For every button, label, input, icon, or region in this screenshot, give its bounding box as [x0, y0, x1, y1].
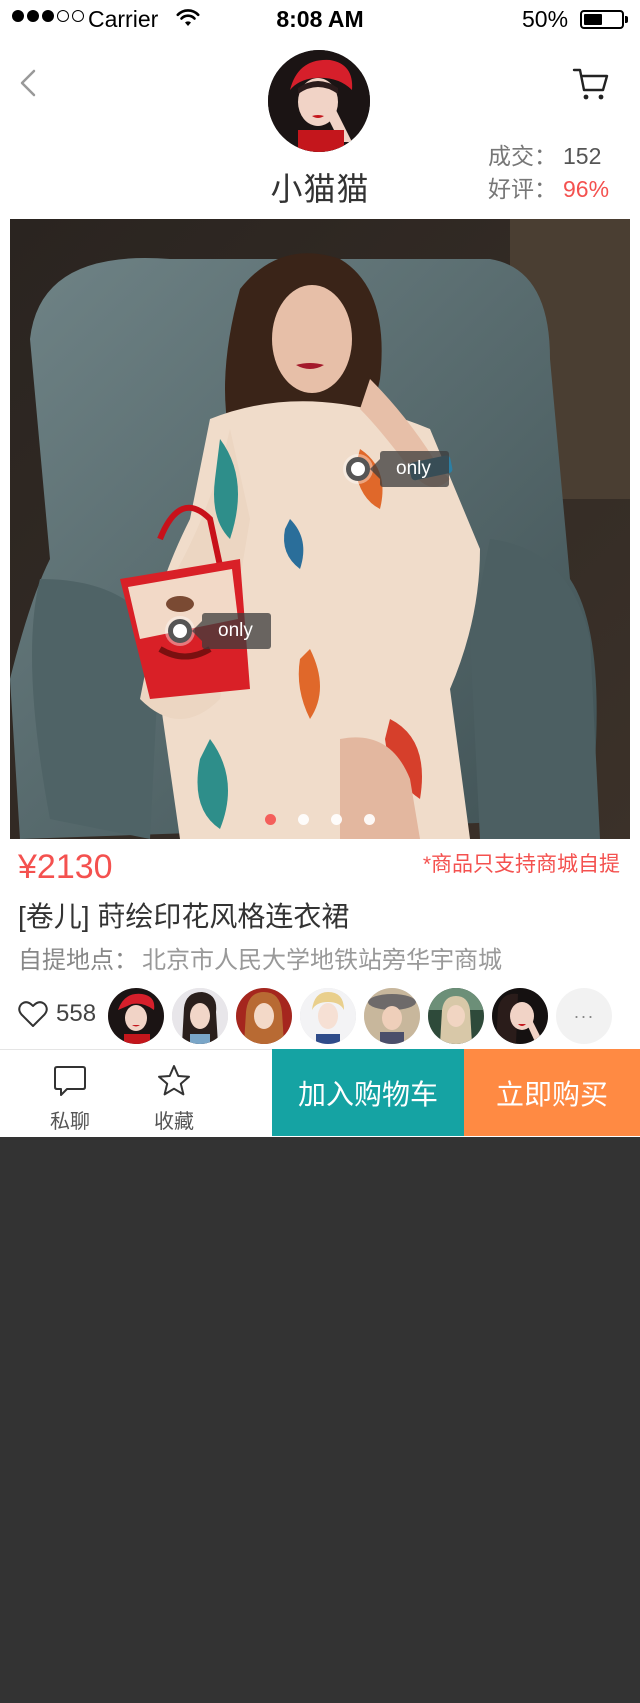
deals-value: 152 [563, 143, 602, 169]
liker-avatar[interactable] [108, 988, 164, 1044]
deals-label: 成交： [488, 143, 557, 169]
product-tag[interactable]: only [168, 613, 271, 649]
liker-avatar[interactable] [300, 988, 356, 1044]
tag-label: only [370, 451, 449, 487]
like-button[interactable]: 558 [18, 1000, 96, 1028]
rating-label: 好评： [488, 176, 557, 202]
cart-icon[interactable] [572, 66, 610, 102]
shop-avatar[interactable] [268, 50, 370, 152]
like-count: 558 [56, 1000, 97, 1027]
add-to-cart-button[interactable]: 加入购物车 [272, 1049, 464, 1136]
chat-button[interactable]: 私聊 [20, 1050, 120, 1137]
pickup-location: 自提地点： 北京市人民大学地铁站旁华宇商城 [18, 940, 502, 975]
carousel-indicator[interactable] [10, 814, 630, 825]
battery-percent: 50% [522, 6, 569, 32]
pickup-label: 自提地点： [18, 947, 138, 974]
tag-pin-icon [168, 619, 192, 643]
liker-avatar[interactable] [236, 988, 292, 1044]
pickup-only-notice: *商品只支持商城自提 [422, 853, 620, 876]
shop-stats: 成交： 152 好评： 96% [488, 140, 609, 206]
heart-icon [18, 1001, 48, 1027]
status-bar: Carrier 8:08 AM 50% [0, 0, 640, 40]
product-price: ¥2130 [18, 848, 113, 886]
buy-now-button[interactable]: 立即购买 [464, 1049, 640, 1136]
pickup-address: 北京市人民大学地铁站旁华宇商城 [142, 947, 502, 974]
chat-label: 私聊 [50, 1111, 90, 1133]
carousel-dot[interactable] [265, 814, 276, 825]
liker-avatar[interactable] [172, 988, 228, 1044]
product-photo-carousel[interactable]: only only [10, 219, 630, 839]
rating-value: 96% [563, 176, 610, 202]
liker-avatar[interactable] [492, 988, 548, 1044]
carousel-dot[interactable] [364, 814, 375, 825]
star-icon [158, 1065, 190, 1096]
liker-avatars: ··· [108, 988, 612, 1044]
product-photo [10, 219, 630, 839]
battery-icon [580, 10, 628, 29]
rating-stat: 好评： 96% [488, 173, 609, 206]
carousel-dot[interactable] [331, 814, 342, 825]
back-chevron-icon[interactable] [14, 68, 44, 98]
tag-label: only [192, 613, 271, 649]
product-tag[interactable]: only [346, 451, 449, 487]
liker-avatar[interactable] [364, 988, 420, 1044]
carousel-dot[interactable] [298, 814, 309, 825]
product-screen: Carrier 8:08 AM 50% 小猫猫 成交： 152 好评： 96% … [0, 0, 640, 1137]
favorite-button[interactable]: 收藏 [124, 1050, 224, 1137]
chat-bubble-icon [54, 1066, 86, 1096]
deals-stat: 成交： 152 [488, 140, 609, 173]
tag-pin-icon [346, 457, 370, 481]
favorite-label: 收藏 [154, 1111, 194, 1133]
product-title: [卷儿] 莳绘印花风格连衣裙 [18, 901, 350, 932]
liker-avatar[interactable] [428, 988, 484, 1044]
more-likers-button[interactable]: ··· [556, 988, 612, 1044]
